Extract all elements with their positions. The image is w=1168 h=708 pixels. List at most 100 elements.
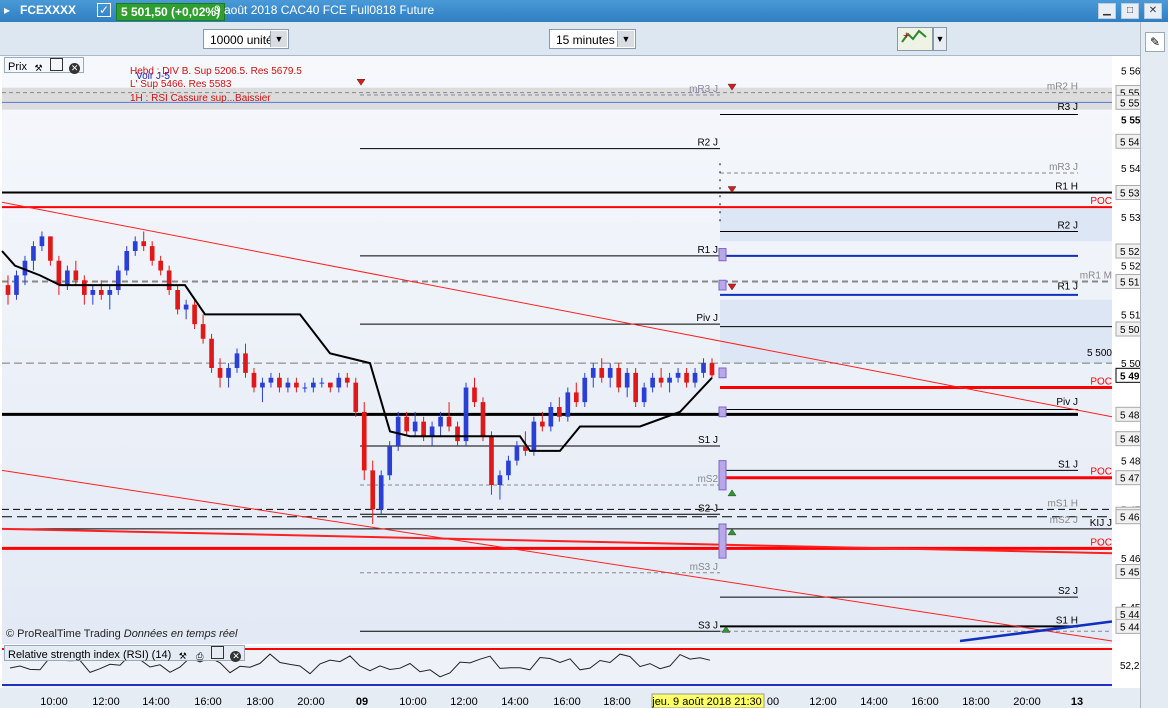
x-tick-label: 12:00: [450, 696, 478, 708]
order-marker: [718, 279, 727, 291]
label-5500: 5 500: [1087, 348, 1112, 359]
y-tick-label: 5 540: [1121, 164, 1140, 175]
candle-body: [90, 290, 96, 295]
window-icon[interactable]: [50, 58, 64, 71]
price-panel-header: Prix ⚒ ✕: [4, 57, 85, 74]
label-s1h: S1 H: [1056, 615, 1078, 626]
candle-body: [31, 246, 36, 261]
x-tick-label: 18:00: [962, 696, 990, 708]
candle-body: [641, 387, 647, 403]
candle-body: [480, 402, 486, 437]
label-pivj-left: Piv J: [696, 313, 718, 324]
y-tick-label: 5 530: [1121, 213, 1140, 224]
candle-body: [658, 377, 664, 383]
x-tick-label: 13: [1071, 696, 1083, 708]
lock-icon[interactable]: ⎙: [194, 651, 205, 662]
price-tag: 5 545,50: [1120, 137, 1140, 148]
label-r1j-right: R1 J: [1057, 281, 1078, 292]
candle-body: [361, 411, 367, 471]
chart-annotation: L' Sup 5466. Res 5583: [130, 79, 232, 90]
y-tick-label: 5 510: [1121, 310, 1140, 321]
candle-body: [573, 392, 579, 403]
x-tick-label: 10:00: [399, 696, 427, 708]
label-poc-3: POC: [1090, 467, 1112, 478]
candle-body: [183, 304, 189, 310]
candle-body: [56, 260, 62, 286]
x-tick-label: 12:00: [809, 696, 837, 708]
price-tag: 5 476,50: [1120, 474, 1140, 485]
order-marker: [718, 248, 727, 262]
rsi-panel-header: Relative strength index (RSI) (14) ⚒ ⎙ ✕: [4, 645, 246, 662]
candle-body: [268, 377, 274, 383]
wrench-icon[interactable]: ⚒: [33, 63, 44, 74]
x-tick-label: 00: [767, 696, 779, 708]
candle-body: [260, 382, 265, 388]
chart-annotation: 1H : RSI Cassure sup...Baissier: [130, 93, 271, 104]
candle-body: [395, 416, 401, 446]
order-marker: [718, 460, 727, 491]
label-poc-2: POC: [1090, 377, 1112, 388]
order-marker: [718, 406, 727, 418]
pencil-icon[interactable]: ✎: [1145, 32, 1165, 52]
candle-body: [446, 416, 452, 427]
x-tick-label: 16:00: [911, 696, 939, 708]
drawing-tools-strip: ✎: [1140, 22, 1168, 708]
candle-body: [234, 353, 240, 368]
price-tag: 5 497,50: [1120, 371, 1140, 382]
y-tick-label: 5 550: [1121, 115, 1140, 126]
price-chart[interactable]: mR2 HR3 JmR3 JR2 JmR3 JR1 HPOCR2 JR1 JmR…: [0, 0, 1140, 708]
candle-body: [344, 377, 350, 383]
candle-body: [650, 377, 655, 388]
price-tag: 5 484,50: [1120, 435, 1140, 446]
candle-body: [599, 368, 605, 378]
label-mr1m: mR1 M: [1080, 270, 1112, 281]
candle-body: [243, 353, 248, 373]
x-tick-label: 14:00: [860, 696, 888, 708]
label-s1j-right: S1 J: [1058, 459, 1078, 470]
label-ms2j: mS2 J: [1050, 515, 1078, 526]
label-ms3j: mS3 J: [690, 562, 718, 573]
candle-body: [607, 368, 613, 378]
candle-body: [370, 470, 376, 510]
candle-body: [667, 377, 672, 383]
close-icon[interactable]: ✕: [230, 651, 242, 662]
crosshair-time-label: jeu. 9 août 2018 21:30: [651, 696, 761, 708]
price-tag: 5 553,50: [1120, 98, 1140, 109]
candle-body: [98, 290, 104, 295]
label-r2j-left: R2 J: [697, 138, 718, 149]
candle-body: [429, 426, 435, 437]
x-tick-label: 16:00: [194, 696, 222, 708]
x-tick-label: 20:00: [1013, 696, 1041, 708]
close-icon[interactable]: ✕: [1144, 3, 1162, 19]
candle-body: [82, 280, 87, 295]
candle-body: [709, 363, 715, 376]
candle-body: [556, 407, 562, 417]
wrench-icon[interactable]: ⚒: [177, 651, 188, 662]
candle-body: [472, 387, 477, 403]
candle-body: [115, 270, 121, 290]
x-tick-label: 14:00: [142, 696, 170, 708]
label-poc-4: POC: [1090, 537, 1112, 548]
close-icon[interactable]: ✕: [69, 63, 81, 74]
candle-body: [39, 236, 45, 247]
candle-body: [336, 377, 342, 388]
label-r2j-right: R2 J: [1057, 221, 1078, 232]
price-tag: 5 516,75: [1120, 277, 1140, 288]
label-ms2-left: mS2: [697, 474, 718, 485]
price-tag: 5 535,00: [1120, 189, 1140, 200]
price-tag: 5 507,00: [1120, 325, 1140, 336]
window-icon[interactable]: [211, 646, 225, 659]
candle-body: [378, 475, 384, 510]
candle-body: [294, 382, 299, 388]
label-r3j: R3 J: [1057, 102, 1078, 113]
price-tag: 5 457,25: [1120, 568, 1140, 579]
candle-body: [192, 304, 197, 325]
x-tick-label: 16:00: [553, 696, 581, 708]
candle-body: [65, 270, 70, 286]
candle-body: [463, 387, 469, 442]
candle-body: [624, 372, 630, 388]
candle-body: [73, 270, 79, 281]
candle-body: [455, 426, 460, 442]
candle-body: [319, 382, 325, 384]
candle-body: [540, 421, 545, 427]
